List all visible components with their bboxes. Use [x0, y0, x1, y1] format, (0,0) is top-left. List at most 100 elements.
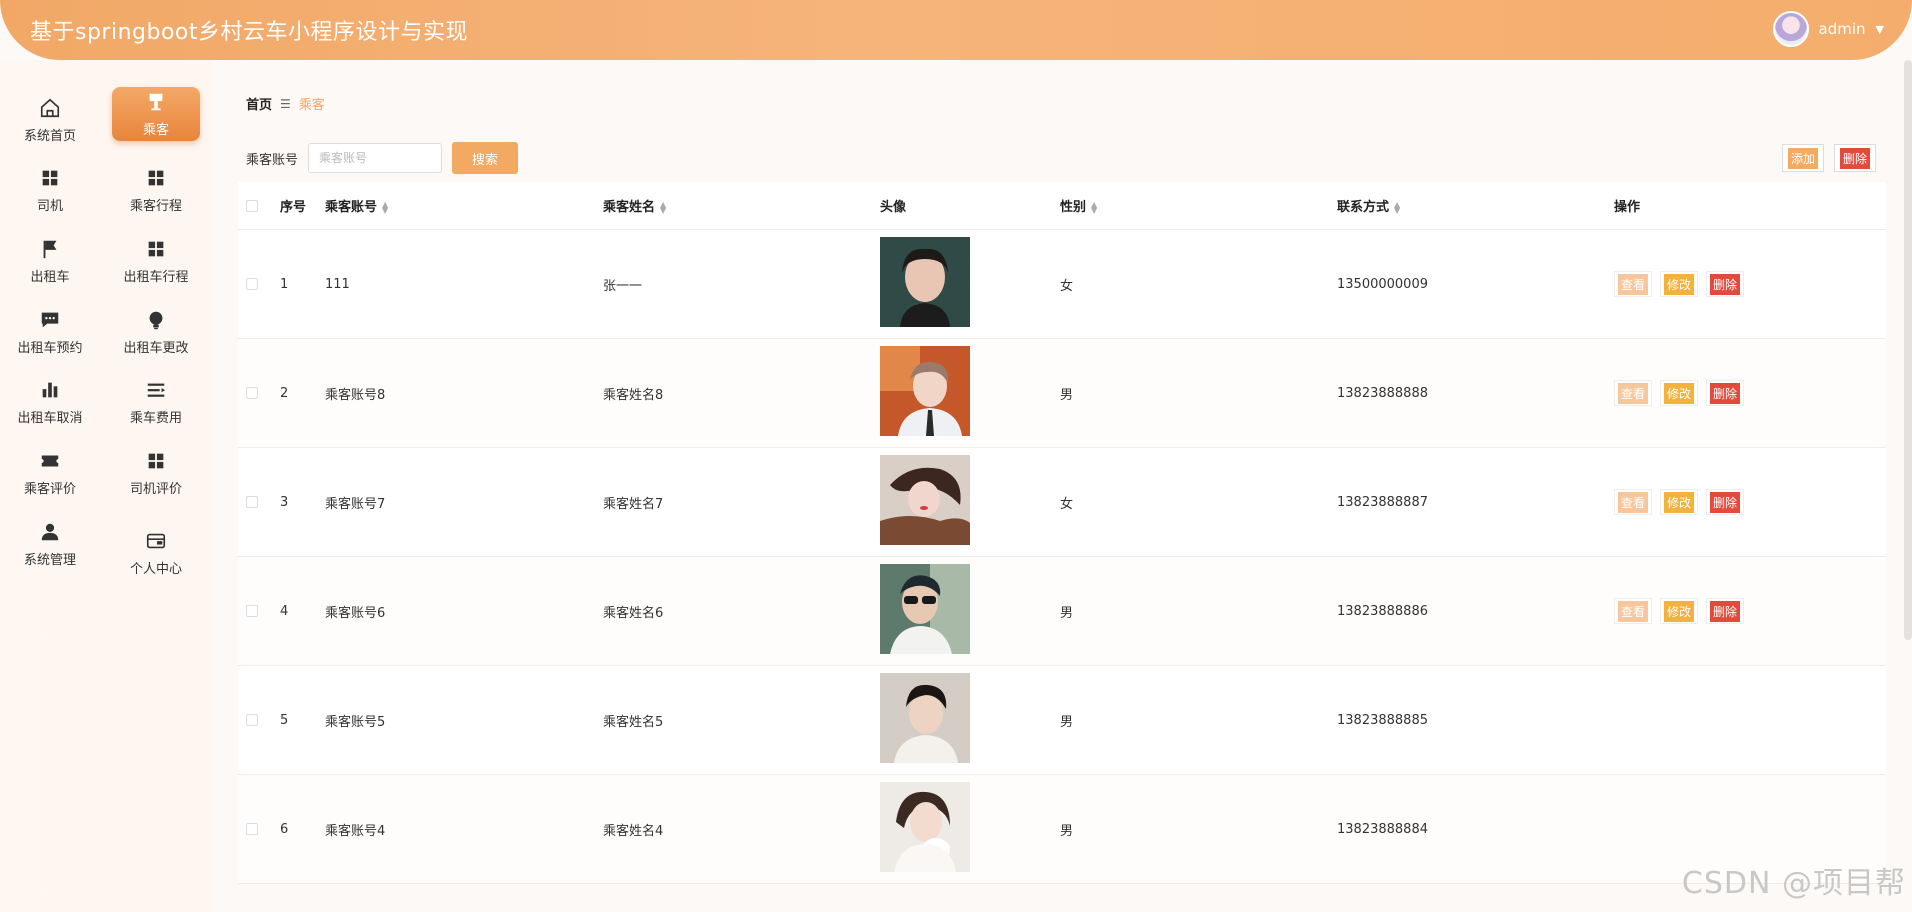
main-content: 首页 ☰ 乘客 乘客账号 搜索 添加 删除 序号 乘客账号▲▼ 乘客姓名▲▼ 头…	[234, 60, 1886, 912]
header-photo: 头像	[880, 200, 907, 215]
search-button[interactable]: 搜索	[452, 142, 519, 174]
row-index: 4	[280, 603, 289, 619]
sidebar-item-taxi[interactable]: 出租车	[4, 231, 96, 291]
avatar-photo[interactable]	[880, 782, 970, 872]
sidebar-item-system[interactable]: 系统管理	[4, 514, 96, 574]
avatar-photo[interactable]	[880, 564, 970, 654]
delete-button[interactable]: 删除	[1706, 380, 1745, 406]
sidebar-item-passenger-trip[interactable]: 乘客行程	[110, 160, 202, 220]
breadcrumb-separator-icon: ☰	[280, 96, 291, 111]
add-button[interactable]: 添加	[1781, 144, 1824, 172]
sidebar-item-taxi-change[interactable]: 出租车更改	[110, 302, 202, 362]
row-account: 乘客账号8	[325, 387, 386, 403]
breadcrumb-current: 乘客	[298, 98, 325, 113]
grid-icon	[148, 241, 164, 256]
sidebar-item-home[interactable]: 系统首页	[4, 90, 96, 150]
sort-icon[interactable]: ▲ ▼	[1394, 200, 1400, 214]
row-account: 乘客账号4	[325, 823, 386, 839]
row-index: 1	[280, 276, 289, 292]
batch-delete-button[interactable]: 删除	[1833, 144, 1876, 172]
row-name: 乘客姓名7	[603, 496, 664, 512]
sidebar-item-taxi-booking[interactable]: 出租车预约	[4, 302, 96, 362]
row-name: 乘客姓名6	[603, 605, 664, 621]
flag-icon	[43, 240, 57, 258]
table-row: 1 111 张一一 女 13500000009 查看 修改 删除	[238, 230, 1886, 339]
chevron-down-icon[interactable]: ▼	[1876, 23, 1884, 36]
header-phone[interactable]: 联系方式 ▲ ▼	[1337, 196, 1614, 215]
search-input[interactable]	[308, 143, 443, 173]
row-checkbox[interactable]	[246, 278, 258, 290]
row-checkbox[interactable]	[246, 714, 258, 726]
username[interactable]: admin	[1819, 20, 1866, 38]
vertical-scrollbar[interactable]	[1904, 60, 1912, 640]
sidebar-item-profile[interactable]: 个人中心	[110, 523, 202, 583]
search-bar: 乘客账号 搜索	[246, 142, 519, 174]
top-actions: 添加 删除	[1781, 144, 1876, 172]
table-row: 2 乘客账号8 乘客姓名8 男 13823888888 查看 修改 删除	[238, 339, 1886, 448]
home-icon	[40, 98, 60, 117]
edit-button[interactable]: 修改	[1660, 598, 1699, 624]
table-row: 6 乘客账号4 乘客姓名4 男 13823888884	[238, 775, 1886, 884]
row-gender: 男	[1060, 387, 1074, 403]
row-name: 乘客姓名5	[603, 714, 664, 730]
sort-icon[interactable]: ▲ ▼	[382, 200, 388, 214]
row-gender: 女	[1060, 278, 1074, 294]
view-button[interactable]: 查看	[1614, 489, 1653, 515]
sidebar-item-driver[interactable]: 司机	[4, 160, 96, 220]
avatar-photo[interactable]	[880, 346, 970, 436]
view-button[interactable]: 查看	[1614, 380, 1653, 406]
row-checkbox[interactable]	[246, 823, 258, 835]
user-avatar[interactable]	[1772, 11, 1809, 47]
user-icon	[41, 523, 59, 540]
header-gender[interactable]: 性别 ▲ ▼	[1060, 196, 1337, 215]
delete-button[interactable]: 删除	[1706, 489, 1745, 515]
row-gender: 男	[1060, 714, 1074, 730]
row-phone: 13823888885	[1337, 712, 1428, 728]
breadcrumb: 首页 ☰ 乘客	[246, 94, 325, 114]
sidebar-item-passenger[interactable]: 乘客	[112, 87, 200, 141]
header-account[interactable]: 乘客账号 ▲ ▼	[325, 196, 603, 215]
passenger-table: 序号 乘客账号 ▲ ▼ 乘客姓名 ▲ ▼ 头像 性别 ▲ ▼ 联系方式 ▲ ▼ 操作 1 111…	[238, 182, 1886, 884]
row-phone: 13500000009	[1337, 276, 1428, 292]
edit-button[interactable]: 修改	[1660, 271, 1699, 297]
table-row: 4 乘客账号6 乘客姓名6 男 13823888886 查看 修改 删除	[238, 557, 1886, 666]
delete-button[interactable]: 删除	[1706, 271, 1745, 297]
view-button[interactable]: 查看	[1614, 271, 1653, 297]
sort-icon[interactable]: ▲ ▼	[660, 200, 666, 214]
breadcrumb-home[interactable]: 首页	[246, 94, 272, 113]
avatar-photo[interactable]	[880, 455, 970, 545]
table-header: 序号 乘客账号 ▲ ▼ 乘客姓名 ▲ ▼ 头像 性别 ▲ ▼ 联系方式 ▲ ▼ 操作	[238, 182, 1886, 230]
sidebar-item-ride-fee[interactable]: 乘车费用	[110, 372, 202, 432]
chat-icon	[41, 312, 59, 327]
row-actions: 查看 修改 删除	[1614, 271, 1886, 297]
bar-chart-icon	[42, 382, 58, 397]
sort-icon[interactable]: ▲ ▼	[1091, 200, 1097, 214]
wallet-icon	[146, 533, 166, 548]
avatar-photo[interactable]	[880, 673, 970, 763]
header-index: 序号	[280, 200, 307, 215]
avatar-photo[interactable]	[880, 237, 970, 327]
row-name: 乘客姓名8	[603, 387, 664, 403]
row-index: 3	[280, 494, 289, 510]
edit-button[interactable]: 修改	[1660, 489, 1699, 515]
edit-button[interactable]: 修改	[1660, 380, 1699, 406]
row-name: 乘客姓名4	[603, 823, 664, 839]
header-name[interactable]: 乘客姓名 ▲ ▼	[603, 196, 880, 215]
select-all-checkbox[interactable]	[246, 199, 258, 212]
ticket-icon	[41, 455, 59, 466]
delete-button[interactable]: 删除	[1706, 598, 1745, 624]
sidebar: 系统首页 乘客 司机 乘客行程 出租车 出租车行程 出租车预约 出租车更改 出租…	[0, 60, 212, 912]
row-checkbox[interactable]	[246, 496, 258, 508]
row-actions: 查看 修改 删除	[1614, 380, 1886, 406]
sidebar-item-taxi-trip[interactable]: 出租车行程	[110, 231, 202, 291]
row-checkbox[interactable]	[246, 387, 258, 399]
view-button[interactable]: 查看	[1614, 598, 1653, 624]
sidebar-item-driver-review[interactable]: 司机评价	[110, 443, 202, 503]
sidebar-item-taxi-cancel[interactable]: 出租车取消	[4, 372, 96, 432]
user-menu[interactable]: admin ▼	[1772, 11, 1884, 47]
row-checkbox[interactable]	[246, 605, 258, 617]
row-gender: 男	[1060, 605, 1074, 621]
row-account: 乘客账号6	[325, 605, 386, 621]
grid-icon	[148, 170, 164, 185]
sidebar-item-passenger-review[interactable]: 乘客评价	[4, 443, 96, 503]
